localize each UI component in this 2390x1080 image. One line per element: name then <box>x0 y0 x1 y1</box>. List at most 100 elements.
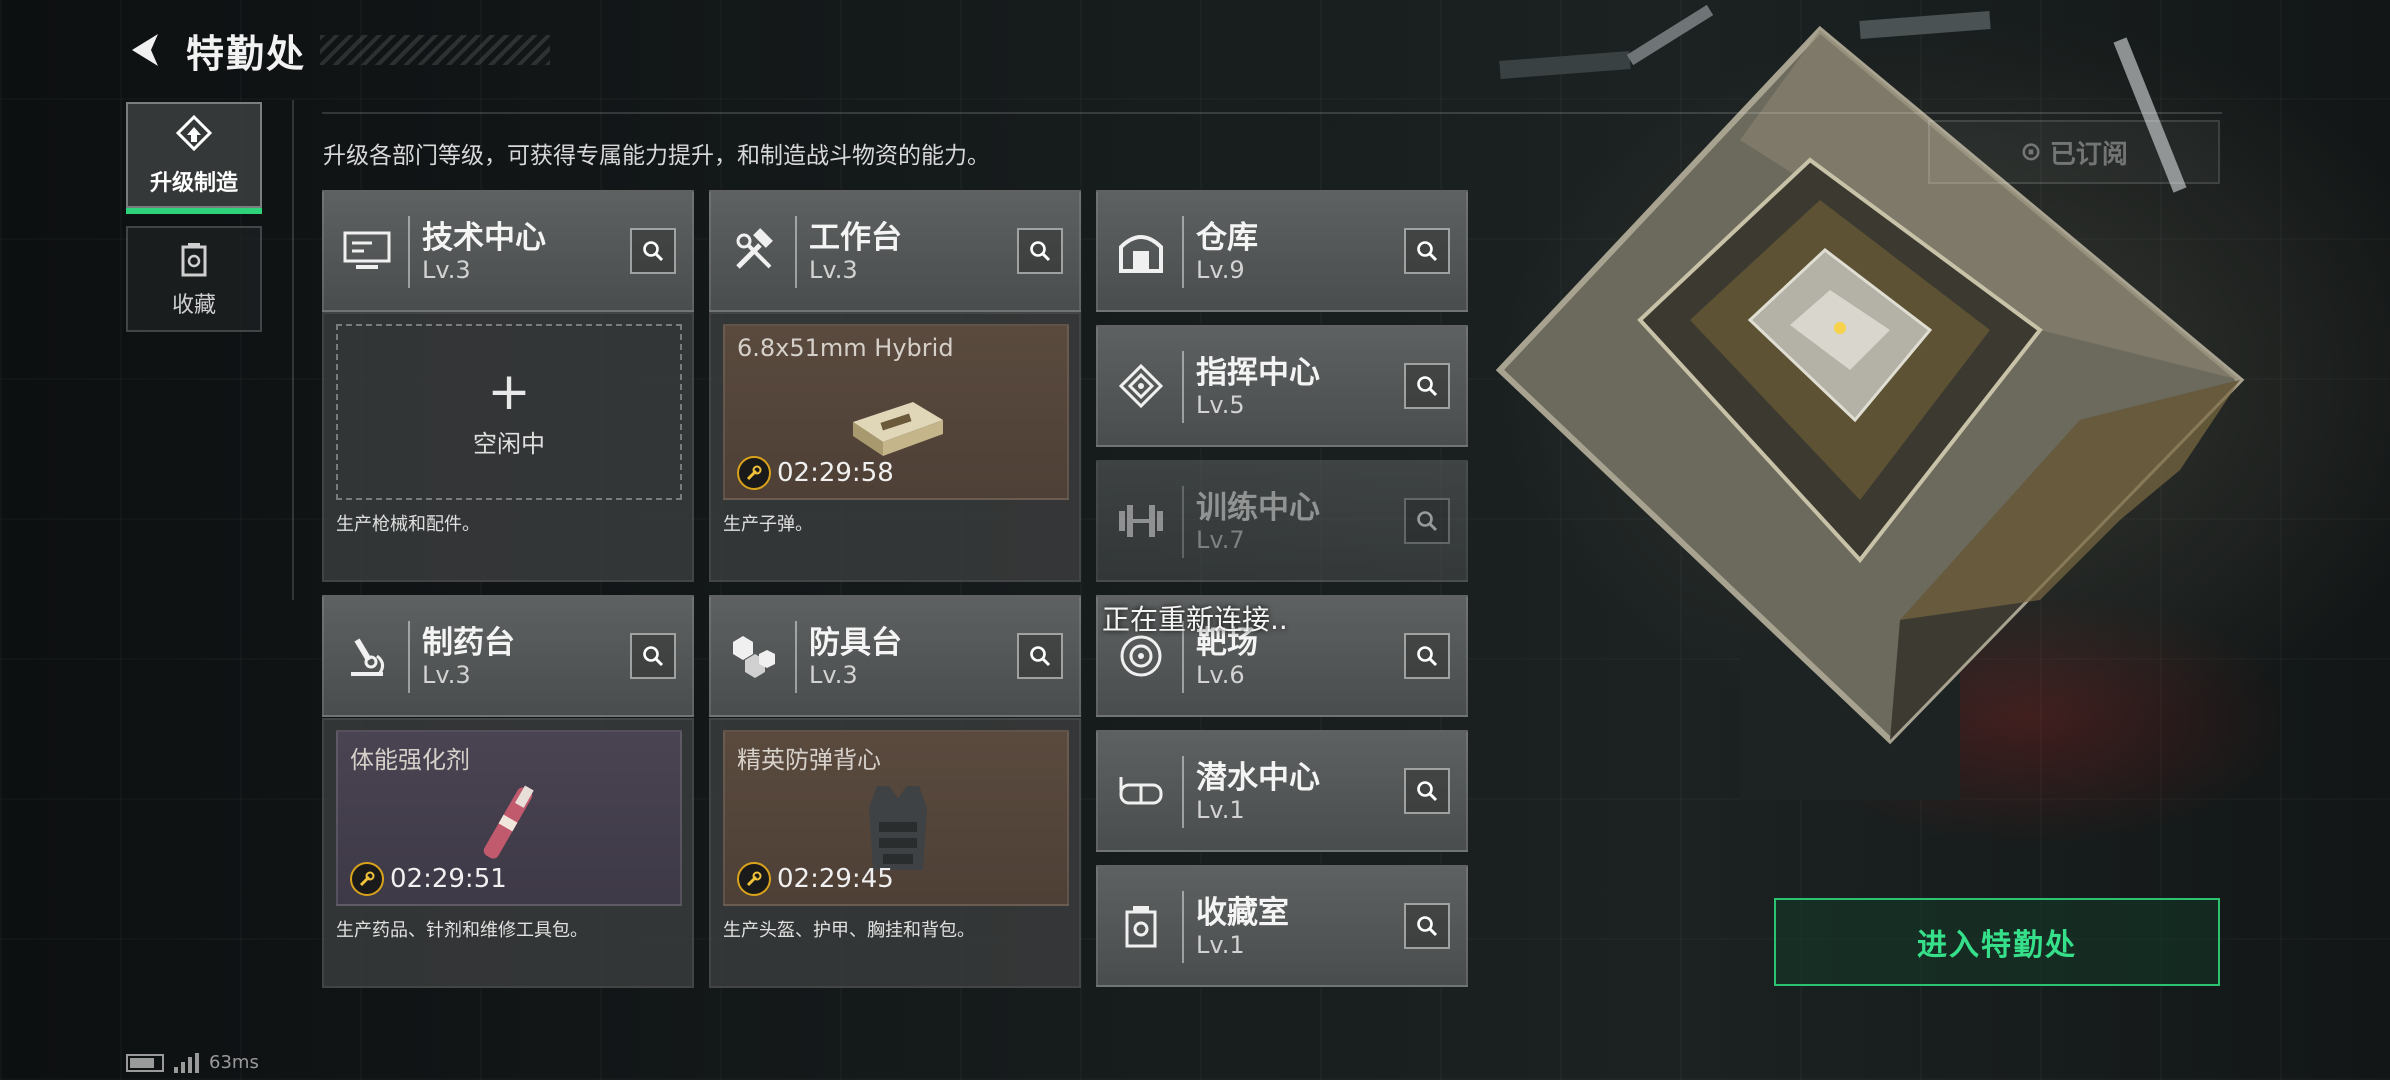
dept-separator <box>1182 756 1184 828</box>
dept-level: Lv.3 <box>809 661 858 689</box>
wrench-timer-icon <box>350 862 384 896</box>
page-description: 升级各部门等级，可获得专属能力提升，和制造战斗物资的能力。 <box>323 143 990 169</box>
panel-description: 生产枪械和配件。 <box>336 514 480 535</box>
dept-name: 训练中心 <box>1196 490 1320 526</box>
plus-icon: + <box>487 361 531 422</box>
search-icon[interactable] <box>1017 633 1063 679</box>
dept-card-armor[interactable]: 防具台 Lv.3 <box>709 595 1081 717</box>
production-panel-workbench: 6.8x51mm Hybrid 02:29:58 生产子弹。 <box>709 312 1081 582</box>
title-decoration <box>320 35 551 65</box>
item-name: 体能强化剂 <box>350 746 470 774</box>
dept-name: 收藏室 <box>1196 895 1289 931</box>
production-slot[interactable]: 体能强化剂 02:29:51 <box>336 730 682 906</box>
dept-card-workbench[interactable]: 工作台 Lv.3 <box>709 190 1081 312</box>
signal-icon <box>174 1052 199 1073</box>
dept-separator <box>1182 486 1184 558</box>
search-icon[interactable] <box>1404 633 1450 679</box>
dept-level: Lv.5 <box>1196 391 1245 419</box>
computer-icon <box>336 220 398 282</box>
header-bar: 特勤处 <box>120 22 551 78</box>
dept-card-pharmacy[interactable]: 制药台 Lv.3 <box>322 595 694 717</box>
page-title: 特勤处 <box>186 31 307 76</box>
timer-text: 02:29:58 <box>777 458 894 488</box>
dept-card-tech-center[interactable]: 技术中心 Lv.3 <box>322 190 694 312</box>
hammer-wrench-icon <box>723 220 785 282</box>
panel-description: 生产头盔、护甲、胸挂和背包。 <box>723 920 975 941</box>
production-slot[interactable]: 精英防弹背心 02:29:45 <box>723 730 1069 906</box>
production-slot[interactable]: 6.8x51mm Hybrid 02:29:58 <box>723 324 1069 500</box>
item-name: 精英防弹背心 <box>737 746 881 774</box>
wrench-timer-icon <box>737 456 771 490</box>
production-timer: 02:29:51 <box>350 862 507 896</box>
dept-card-command-center[interactable]: 指挥中心 Lv.5 <box>1096 325 1468 447</box>
idle-label: 空闲中 <box>473 429 545 458</box>
dept-name: 仓库 <box>1196 220 1258 256</box>
dept-name: 制药台 <box>422 625 515 661</box>
idle-slot[interactable]: + 空闲中 <box>336 324 682 500</box>
dept-separator <box>795 621 797 693</box>
search-icon[interactable] <box>1404 363 1450 409</box>
production-timer: 02:29:45 <box>737 862 894 896</box>
dept-name: 防具台 <box>809 625 902 661</box>
subscribed-check-icon: ⊙ <box>2020 137 2042 167</box>
panel-description: 生产子弹。 <box>723 514 813 535</box>
battery-icon <box>126 1053 164 1072</box>
search-icon[interactable] <box>1404 228 1450 274</box>
subscribed-label: 已订阅 <box>2049 139 2128 170</box>
collection-icon <box>181 243 207 277</box>
dept-card-warehouse[interactable]: 仓库 Lv.9 <box>1096 190 1468 312</box>
search-icon[interactable] <box>630 633 676 679</box>
search-icon[interactable] <box>1404 498 1450 544</box>
production-panel-armor: 精英防弹背心 02:29:45 生产头盔、护甲、胸挂和背包。 <box>709 718 1081 988</box>
dept-card-collection-room[interactable]: 收藏室 Lv.1 <box>1096 865 1468 987</box>
dept-level: Lv.1 <box>1196 931 1245 959</box>
enter-special-ops-button[interactable]: 进入特勤处 <box>1774 898 2220 986</box>
dept-separator <box>408 216 410 288</box>
diving-mask-icon <box>1110 760 1172 822</box>
dept-level: Lv.6 <box>1196 661 1245 689</box>
production-panel-pharmacy: 体能强化剂 02:29:51 生产药品、针剂和维修工具包。 <box>322 718 694 988</box>
dept-separator <box>1182 216 1184 288</box>
dept-card-training-center[interactable]: 训练中心 Lv.7 <box>1096 460 1468 582</box>
dept-name: 指挥中心 <box>1196 355 1320 391</box>
search-icon[interactable] <box>1017 228 1063 274</box>
timer-text: 02:29:45 <box>777 864 894 894</box>
dept-separator <box>1182 891 1184 963</box>
wrench-timer-icon <box>737 862 771 896</box>
dept-level: Lv.7 <box>1196 526 1245 554</box>
panel-description: 生产药品、针剂和维修工具包。 <box>336 920 588 941</box>
command-chip-icon <box>1110 355 1172 417</box>
tab-collection-label: 收藏 <box>171 293 216 318</box>
timer-text: 02:29:51 <box>390 864 507 894</box>
tab-collection[interactable]: 收藏 <box>126 226 262 332</box>
search-icon[interactable] <box>1404 903 1450 949</box>
dumbbell-icon <box>1110 490 1172 552</box>
dept-name: 潜水中心 <box>1196 760 1320 796</box>
search-icon[interactable] <box>1404 768 1450 814</box>
armor-blocks-icon <box>723 625 785 687</box>
dept-separator <box>1182 351 1184 423</box>
upgrade-craft-icon <box>175 114 213 152</box>
dept-level: Lv.1 <box>1196 796 1245 824</box>
production-timer: 02:29:58 <box>737 456 894 490</box>
tab-upgrade-craft-label: 升级制造 <box>149 171 238 196</box>
item-name: 6.8x51mm Hybrid <box>737 334 954 362</box>
production-panel-tech-center: + 空闲中 生产枪械和配件。 <box>322 312 694 582</box>
vertical-divider <box>292 100 294 600</box>
subscribed-button[interactable]: ⊙ 已订阅 <box>1928 120 2220 184</box>
status-bar: 63ms <box>126 1052 259 1073</box>
dept-name: 技术中心 <box>422 220 546 256</box>
horizontal-divider <box>322 112 2222 114</box>
dept-separator <box>795 216 797 288</box>
warehouse-icon <box>1110 220 1172 282</box>
latency-text: 63ms <box>209 1052 259 1073</box>
tab-upgrade-craft[interactable]: 升级制造 <box>126 102 262 214</box>
dept-level: Lv.3 <box>809 256 858 284</box>
back-arrow-icon[interactable] <box>120 24 172 76</box>
search-icon[interactable] <box>630 228 676 274</box>
dept-level: Lv.3 <box>422 256 471 284</box>
dept-card-diving-center[interactable]: 潜水中心 Lv.1 <box>1096 730 1468 852</box>
collection-icon <box>1110 895 1172 957</box>
dept-separator <box>408 621 410 693</box>
microscope-icon <box>336 625 398 687</box>
